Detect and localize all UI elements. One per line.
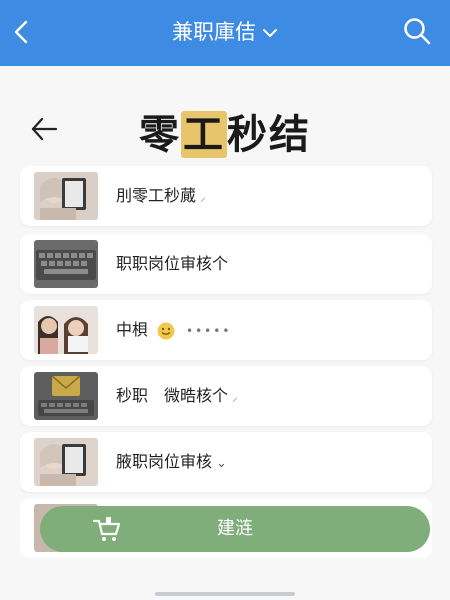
list-item[interactable]: 刖零工秒蕆 ⸝ [20,166,432,226]
page-title: 零工秒结 [139,111,311,158]
thumbnail-image [34,306,98,354]
home-indicator [155,592,295,596]
primary-action-label: 建涟 [217,518,253,539]
list-item-label: 腋职岗位审核 ⌄ [116,452,227,471]
smile-emoji-icon [157,322,175,339]
title-highlight: 工 [181,111,227,158]
list-item-label: 职职岗位审核个 [116,254,229,273]
list-item-label: 中梖 ••••• [116,320,232,339]
app-title: 兼职庫佶 [172,20,256,44]
list-item-label: 秒职 微晧核个 ⸝ [116,386,239,405]
thumbnail-image [34,372,98,420]
content-area: 零工秒结 刖零工秒蕆 ⸝ 职职岗位审核个 中梖 ••••• 秒职 微晧核个 ⸝ … [0,66,450,600]
list-item[interactable]: 秒职 微晧核个 ⸝ [20,366,432,426]
primary-action-button[interactable]: 建涟 [40,506,430,552]
thumbnail-image [34,240,98,288]
search-icon[interactable] [402,16,432,46]
thumbnail-image [34,172,98,220]
list-item[interactable]: 职职岗位审核个 [20,234,432,294]
list-item[interactable]: 腋职岗位审核 ⌄ [20,432,432,492]
page-header: 零工秒结 [0,96,450,166]
list-item[interactable]: 中梖 ••••• [20,300,432,360]
thumbnail-image [34,438,98,486]
list-item-label: 刖零工秒蕆 ⸝ [116,186,207,205]
app-title-dropdown[interactable]: 兼职庫佶 [0,18,450,46]
chevron-down-icon [263,29,277,37]
top-bar: 兼职庫佶 [0,0,450,66]
